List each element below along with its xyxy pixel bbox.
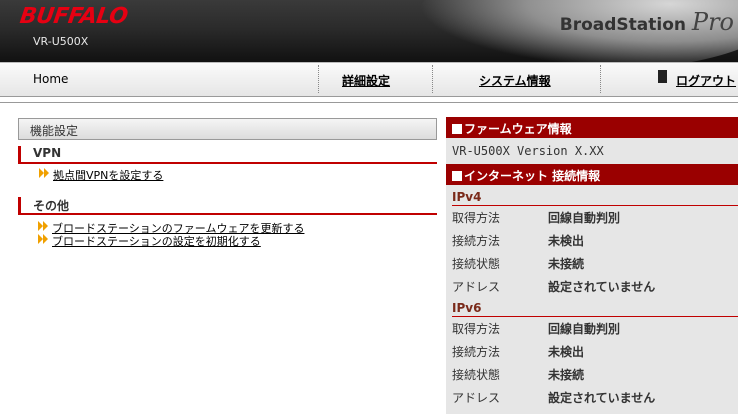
section-marker [18, 146, 21, 162]
top-nav: Home 詳細設定 システム情報 ログアウト [0, 62, 738, 97]
ipv6-row-key: アドレス [452, 391, 501, 405]
ipv4-row-key: アドレス [452, 280, 501, 294]
brand-logo: BUFFALO [18, 4, 130, 29]
header-divider [0, 102, 738, 103]
ipv6-row-key: 取得方法 [452, 322, 501, 336]
ipv4-row-value: 未検出 [548, 234, 585, 248]
section-vpn: VPN [18, 146, 437, 164]
ipv6-row-value: 回線自動判別 [548, 322, 621, 336]
arrow-icon [38, 234, 48, 244]
product-suffix: Pro [691, 8, 734, 36]
ipv6-label: IPv6 [452, 301, 482, 315]
square-icon [452, 124, 462, 134]
product-name: BroadStation Pro [560, 8, 734, 36]
ipv6-row-key: 接続方法 [452, 345, 501, 359]
link-text: ブロードステーションの設定を初期化する [52, 235, 261, 248]
link-initialize-settings[interactable]: ブロードステーションの設定を初期化する [38, 233, 261, 249]
ipv4-underline [452, 205, 738, 206]
nav-separator [600, 65, 601, 93]
ipv6-row-value: 設定されていません [548, 391, 656, 405]
firmware-info-header: ファームウェア情報 [446, 117, 738, 138]
link-site-to-site-vpn[interactable]: 拠点間VPNを設定する [39, 167, 164, 183]
door-icon[interactable] [658, 70, 667, 83]
nav-logout[interactable]: ログアウト [676, 72, 736, 89]
link-text: 拠点間VPNを設定する [53, 169, 164, 182]
arrow-icon [39, 168, 49, 178]
model-name: VR-U500X [33, 35, 89, 48]
arrow-icon [38, 221, 48, 231]
section-marker [18, 197, 21, 213]
ipv6-row-value: 未接続 [548, 368, 585, 382]
firmware-info-title: ファームウェア情報 [464, 122, 572, 136]
firmware-version: VR-U500X Version X.XX [452, 144, 604, 158]
square-icon [452, 171, 462, 181]
ipv6-row-value: 未検出 [548, 345, 585, 359]
section-underline [18, 213, 437, 215]
section-label: VPN [33, 146, 62, 160]
ipv6-underline [452, 316, 738, 317]
nav-separator [318, 65, 319, 93]
nav-home[interactable]: Home [33, 72, 68, 86]
section-other: その他 [18, 197, 437, 215]
function-settings-title: 機能設定 [18, 118, 437, 140]
ipv4-row-value: 回線自動判別 [548, 211, 621, 225]
nav-advanced-settings[interactable]: 詳細設定 [342, 72, 390, 89]
ipv4-row-value: 設定されていません [548, 280, 656, 294]
ipv4-row-key: 接続方法 [452, 234, 501, 248]
ipv4-row-value: 未接続 [548, 257, 585, 271]
ipv4-row-key: 取得方法 [452, 211, 501, 225]
section-label: その他 [33, 199, 70, 213]
product-name-text: BroadStation [559, 15, 686, 35]
ipv4-label: IPv4 [452, 190, 482, 204]
nav-separator [432, 65, 433, 93]
internet-info-title: インターネット 接続情報 [464, 169, 601, 183]
section-underline [18, 162, 437, 164]
nav-system-info[interactable]: システム情報 [479, 72, 551, 89]
ipv6-row-key: 接続状態 [452, 368, 501, 382]
ipv4-row-key: 接続状態 [452, 257, 501, 271]
header-banner: BUFFALO VR-U500X BroadStation Pro [0, 0, 738, 62]
internet-info-header: インターネット 接続情報 [446, 164, 738, 185]
